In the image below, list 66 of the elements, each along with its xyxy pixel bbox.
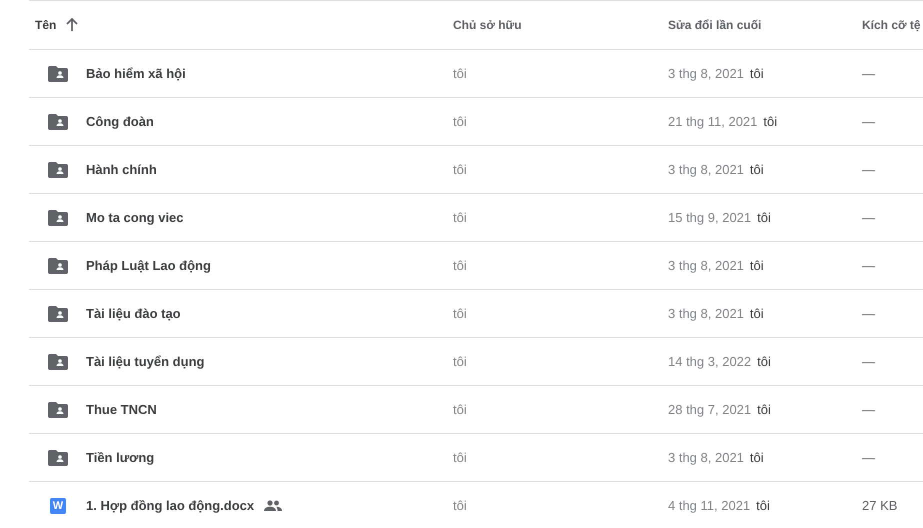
owner-text: tôi: [453, 402, 468, 417]
modified-date: 3 thg 8, 2021: [668, 306, 744, 321]
modified-by: tôi: [757, 402, 771, 417]
file-name[interactable]: Công đoàn: [86, 114, 154, 129]
modified-by: tôi: [757, 210, 771, 225]
column-header[interactable]: Kích cỡ tệ: [862, 18, 921, 32]
file-name[interactable]: Thue TNCN: [86, 402, 157, 417]
modified-date: 15 thg 9, 2021: [668, 210, 752, 225]
file-size: —: [862, 66, 876, 81]
modified-by: tôi: [750, 306, 764, 321]
modified-by: tôi: [750, 162, 764, 177]
shared-folder-icon: [48, 402, 68, 418]
file-name[interactable]: Pháp Luật Lao động: [86, 258, 211, 273]
owner-text: tôi: [453, 258, 468, 273]
word-document-icon: W: [50, 498, 66, 514]
column-header[interactable]: Chủ sở hữu: [453, 18, 522, 32]
file-size: —: [862, 162, 876, 177]
sort-arrow-icon[interactable]: [66, 18, 78, 32]
modified-by: tôi: [750, 66, 764, 81]
column-header[interactable]: Sửa đổi lần cuối: [668, 18, 762, 32]
shared-folder-icon: [48, 162, 68, 178]
file-size: —: [862, 258, 876, 273]
file-size: —: [862, 450, 876, 465]
modified-date: 21 thg 11, 2021: [668, 114, 758, 129]
owner-text: tôi: [453, 114, 468, 129]
file-size: —: [862, 402, 876, 417]
modified-date: 3 thg 8, 2021: [668, 258, 744, 273]
file-size: —: [862, 114, 876, 129]
shared-folder-icon: [48, 306, 68, 322]
owner-text: tôi: [453, 210, 468, 225]
shared-folder-icon: [48, 258, 68, 274]
shared-folder-icon: [48, 210, 68, 226]
file-size: 27 KB: [862, 498, 898, 513]
modified-date: 3 thg 8, 2021: [668, 66, 744, 81]
file-name[interactable]: 1. Hợp đồng lao động.docx: [86, 498, 254, 513]
column-header[interactable]: Tên: [35, 18, 56, 32]
owner-text: tôi: [453, 354, 468, 369]
file-size: —: [862, 210, 876, 225]
owner-text: tôi: [453, 498, 468, 513]
shared-folder-icon: [48, 354, 68, 370]
shared-folder-icon: [48, 114, 68, 130]
modified-by: tôi: [750, 450, 764, 465]
modified-by: tôi: [750, 258, 764, 273]
modified-by: tôi: [756, 498, 770, 513]
shared-folder-icon: [48, 450, 68, 466]
people-icon: [264, 500, 282, 511]
owner-text: tôi: [453, 450, 468, 465]
file-size: —: [862, 354, 876, 369]
owner-text: tôi: [453, 66, 468, 81]
file-name[interactable]: Bảo hiểm xã hội: [86, 66, 186, 81]
file-size: —: [862, 306, 876, 321]
modified-by: tôi: [757, 354, 771, 369]
modified-date: 14 thg 3, 2022: [668, 354, 752, 369]
file-name[interactable]: Tiền lương: [86, 450, 154, 465]
file-name[interactable]: Tài liệu tuyển dụng: [86, 354, 204, 369]
file-name[interactable]: Hành chính: [86, 162, 157, 177]
modified-date: 3 thg 8, 2021: [668, 162, 744, 177]
modified-date: 4 thg 11, 2021: [668, 498, 750, 513]
modified-date: 3 thg 8, 2021: [668, 450, 744, 465]
modified-date: 28 thg 7, 2021: [668, 402, 752, 417]
modified-by: tôi: [763, 114, 778, 129]
owner-text: tôi: [453, 306, 468, 321]
file-name[interactable]: Mo ta cong viec: [86, 210, 184, 225]
owner-text: tôi: [453, 162, 468, 177]
shared-folder-icon: [48, 66, 68, 82]
file-name[interactable]: Tài liệu đào tạo: [86, 306, 181, 321]
